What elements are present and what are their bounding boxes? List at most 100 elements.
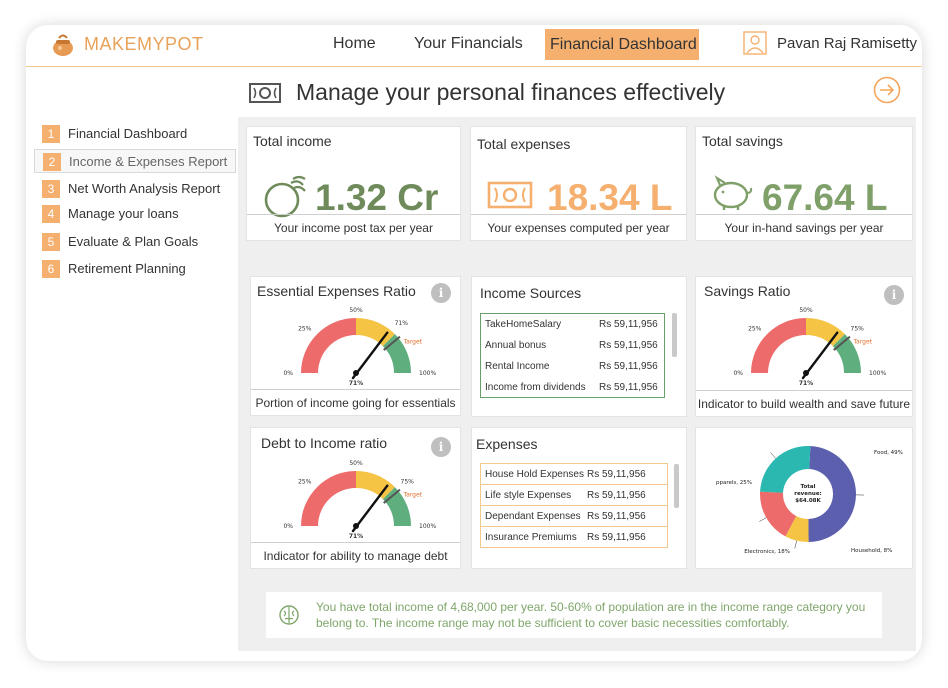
essential-expenses-ratio-card: Essential Expenses Ratio i 0% 25% 50% 71% 10…: [250, 276, 461, 416]
sidebar-item-label: Manage your loans: [68, 206, 179, 221]
step-number: 3: [42, 180, 60, 198]
gauge-tick-label: 100%: [419, 370, 436, 377]
sidebar-item-label: Financial Dashboard: [68, 126, 188, 141]
step-number: 4: [42, 205, 60, 223]
info-icon[interactable]: i: [431, 283, 451, 303]
income-source-name: Annual bonus: [485, 340, 547, 351]
insight-banner: You have total income of 4,68,000 per ye…: [266, 592, 882, 638]
gauge-tick-label: 75%: [401, 478, 415, 485]
sidebar-item-label: Income & Expenses Report: [69, 154, 228, 169]
gauge-tick-label: 25%: [748, 325, 762, 332]
donut-leader-line: [794, 540, 797, 549]
card-title: Debt to Income ratio: [261, 435, 388, 451]
gauge-tick-label: 71%: [395, 320, 409, 327]
step-number: 1: [42, 125, 60, 143]
gauge-needle-hub: [803, 370, 809, 376]
expense-name: House Hold Expenses: [485, 469, 584, 480]
pot-logo-icon: [53, 34, 73, 56]
table-row: House Hold Expenses Rs 59,11,956: [481, 464, 667, 485]
gauge-needle-hub: [353, 523, 359, 529]
table-row: Rental Income Rs 59,11,956: [481, 356, 664, 377]
income-sources-card: Income Sources TakeHomeSalary Rs 59,11,9…: [471, 276, 687, 417]
donut-center-label: $64.08K: [795, 498, 821, 504]
sidebar-item-net-worth-report[interactable]: 3 Net Worth Analysis Report: [34, 177, 236, 201]
donut-slice-label: Household, 8%: [851, 548, 892, 554]
nav-financial-dashboard-label: Financial Dashboard: [550, 36, 697, 53]
expense-amount: Rs 59,11,956: [587, 469, 646, 480]
user-name[interactable]: Pavan Raj Ramisetty: [777, 35, 917, 52]
donut-center-label: Total: [800, 484, 815, 490]
step-number: 2: [43, 153, 61, 171]
expense-amount: Rs 59,11,956: [587, 511, 646, 522]
expenses-scrollbar[interactable]: [674, 464, 679, 508]
gauge-tick-label: 100%: [869, 370, 886, 377]
card-title: Income Sources: [480, 285, 582, 301]
total-savings-value: 67.64 L: [762, 177, 888, 218]
app-window: MAKEMYPOT Home Your Financials Financial…: [26, 25, 922, 661]
next-arrow-button[interactable]: [873, 76, 901, 104]
step-number: 5: [42, 233, 60, 251]
brain-icon: [279, 605, 299, 625]
sidebar-item-evaluate-goals[interactable]: 5 Evaluate & Plan Goals: [34, 230, 236, 254]
expense-breakdown-donut-chart: Food, 49% Household, 8% Electronics, 18% pp…: [716, 446, 903, 555]
gauge-tick-label: 25%: [298, 325, 312, 332]
sidebar-item-label: Net Worth Analysis Report: [68, 181, 221, 196]
gauge-tick-label: 0%: [733, 370, 743, 377]
total-expenses-card: Total expenses 18.34 L Your expenses com…: [470, 126, 687, 241]
donut-slice-label: pparels, 25%: [716, 480, 752, 486]
sidebar-item-manage-loans[interactable]: 4 Manage your loans: [34, 202, 236, 226]
table-row: Dependant Expenses Rs 59,11,956: [481, 506, 667, 527]
card-title: Expenses: [476, 436, 538, 452]
brand-name[interactable]: MAKEMYPOT: [84, 34, 204, 55]
gauge-target-label: Target: [402, 491, 422, 498]
card-caption: Your income post tax per year: [247, 214, 460, 240]
card-title: Total expenses: [477, 136, 571, 152]
essential-expenses-gauge: 0% 25% 50% 71% 100% Target 71%: [283, 307, 436, 387]
income-source-amount: Rs 59,11,956: [599, 319, 658, 330]
debt-to-income-card: Debt to Income ratio i 0% 25% 50% 75% 100% Ta…: [250, 427, 461, 569]
donut-center-label: revenue:: [794, 491, 822, 497]
gauge-tick-label: 100%: [419, 523, 436, 530]
expense-name: Insurance Premiums: [485, 532, 577, 543]
sidebar-item-retirement-planning[interactable]: 6 Retirement Planning: [34, 257, 236, 281]
gauge-tick-label: 50%: [799, 307, 813, 314]
table-row: Income from dividends Rs 59,11,956: [481, 377, 664, 398]
gauge-tick-label: 25%: [298, 478, 312, 485]
table-row: TakeHomeSalary Rs 59,11,956: [481, 314, 664, 335]
income-sources-table: TakeHomeSalary Rs 59,11,956 Annual bonus…: [480, 313, 665, 398]
piggy-bank-icon: [713, 175, 753, 210]
expense-amount: Rs 59,11,956: [587, 490, 646, 501]
card-title: Total savings: [702, 133, 783, 149]
card-title: Total income: [253, 133, 332, 149]
donut-slice-label: Electronics, 18%: [744, 549, 790, 555]
card-caption: Indicator for ability to manage debt: [251, 542, 460, 568]
coins-icon: [264, 175, 306, 218]
gauge-value-label: 71%: [349, 380, 363, 387]
income-sources-scrollbar[interactable]: [672, 313, 677, 357]
card-caption: Indicator to build wealth and save futur…: [696, 390, 912, 416]
gauge-target-label: Target: [402, 338, 422, 345]
sidebar-item-income-expenses-report[interactable]: 2 Income & Expenses Report: [34, 149, 236, 173]
nav-financial-dashboard[interactable]: Financial Dashboard: [545, 29, 699, 60]
donut-slice-label: Food, 49%: [874, 450, 903, 456]
savings-ratio-gauge: 0% 25% 50% 75% 100% Target 71%: [733, 307, 886, 387]
gauge-tick-label: 0%: [283, 523, 293, 530]
expense-amount: Rs 59,11,956: [587, 532, 646, 543]
sidebar-item-label: Retirement Planning: [68, 261, 186, 276]
user-avatar-icon[interactable]: [743, 31, 767, 55]
gauge-tick-label: 50%: [349, 307, 363, 314]
income-source-amount: Rs 59,11,956: [599, 382, 658, 393]
gauge-value-label: 71%: [349, 533, 363, 540]
expenses-card: Expenses House Hold Expenses Rs 59,11,95…: [471, 427, 687, 569]
nav-home[interactable]: Home: [333, 35, 376, 53]
cash-icon: [487, 181, 533, 209]
card-title: Savings Ratio: [704, 283, 791, 299]
income-source-name: Income from dividends: [485, 382, 586, 393]
nav-your-financials[interactable]: Your Financials: [414, 35, 523, 53]
sidebar-item-financial-dashboard[interactable]: 1 Financial Dashboard: [34, 122, 236, 146]
total-expenses-value: 18.34 L: [547, 177, 673, 218]
card-caption: Your expenses computed per year: [471, 214, 686, 240]
expenses-table: House Hold Expenses Rs 59,11,956 Life st…: [480, 463, 668, 548]
card-caption: Your in-hand savings per year: [696, 214, 912, 240]
gauge-value-label: 71%: [799, 380, 813, 387]
